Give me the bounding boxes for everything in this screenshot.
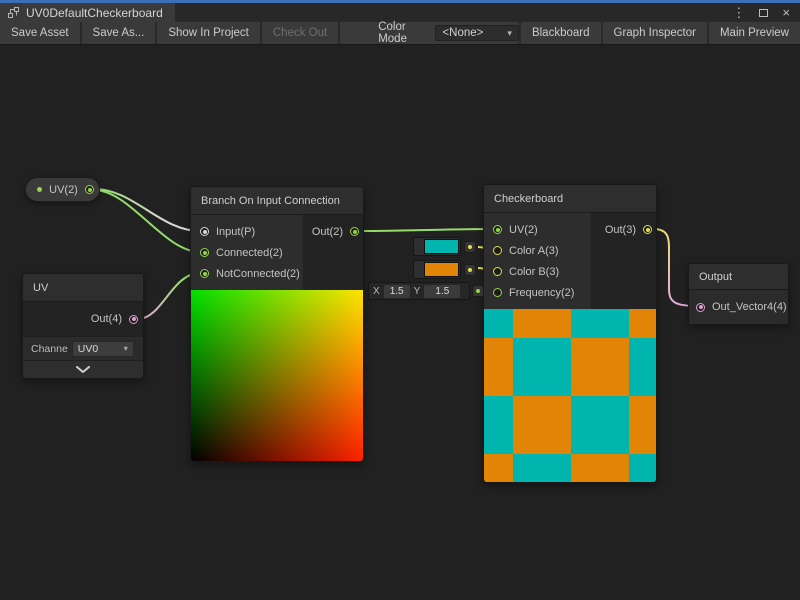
node-branch-on-input-connection[interactable]: Branch On Input Connection Input(P) Conn…	[190, 186, 364, 462]
frequency-label: Frequency(2)	[509, 287, 574, 299]
port-uv-out4[interactable]	[129, 315, 138, 324]
maximize-icon[interactable]	[759, 9, 768, 17]
node-output[interactable]: Output Out_Vector4(4)	[688, 263, 789, 325]
window-controls: ⋮ ×	[732, 3, 800, 22]
titlebar: UV0DefaultCheckerboard ⋮ ×	[0, 3, 800, 22]
yellow-dot-icon	[468, 245, 472, 249]
color-a-field-lead	[414, 238, 423, 255]
uv2-pill-label: UV(2)	[48, 184, 79, 196]
checker-out-label: Out(3)	[605, 224, 636, 236]
collapse-node-button[interactable]	[23, 360, 143, 378]
node-uv[interactable]: UV Out(4) Channe UV0 ▾	[22, 273, 144, 379]
color-mode-value: <None>	[442, 27, 483, 39]
port-checker-out3[interactable]	[643, 225, 652, 234]
port-frequency[interactable]	[493, 288, 502, 297]
out-vector4-label: Out_Vector4(4)	[712, 301, 787, 313]
port-connected[interactable]	[200, 248, 209, 257]
color-mode-label: Color Mode	[370, 22, 435, 44]
frequency-y-input[interactable]: 1.5	[424, 285, 460, 298]
edge-uvpill-to-connected	[94, 190, 200, 252]
input-p-label: Input(P)	[216, 226, 255, 238]
frequency-x-label: X	[373, 286, 380, 297]
blackboard-button[interactable]: Blackboard	[519, 22, 603, 44]
green-dot-icon	[476, 289, 480, 293]
port-out-vector4[interactable]	[696, 303, 705, 312]
checkerboard-node-preview	[484, 309, 656, 482]
port-uv2-pill-out[interactable]	[85, 185, 94, 194]
port-branch-out2[interactable]	[350, 227, 359, 236]
frequency-y-label: Y	[414, 286, 421, 297]
yellow-dot-icon	[468, 268, 472, 272]
port-color-b[interactable]	[493, 267, 502, 276]
chevron-down-icon: ▾	[507, 28, 512, 39]
connected-label: Connected(2)	[216, 247, 283, 259]
shader-graph-window: UV0DefaultCheckerboard ⋮ × Save Asset Sa…	[0, 0, 800, 600]
checkerboard-node-title[interactable]: Checkerboard	[484, 185, 656, 213]
branch-node-preview	[191, 290, 363, 461]
uv-out-label: Out(4)	[91, 313, 122, 325]
toolbar: Save Asset Save As... Show In Project Ch…	[0, 22, 800, 45]
graph-canvas[interactable]: UV(2) UV Out(4) Channe UV0 ▾	[0, 45, 800, 600]
color-b-label: Color B(3)	[509, 266, 559, 278]
save-asset-button[interactable]: Save Asset	[0, 22, 82, 44]
property-dot-icon	[37, 187, 42, 192]
output-node-title[interactable]: Output	[689, 264, 788, 290]
more-menu-icon[interactable]: ⋮	[732, 6, 745, 19]
port-color-a[interactable]	[493, 246, 502, 255]
channel-label: Channe	[31, 343, 68, 355]
frequency-connector[interactable]	[472, 285, 484, 297]
notconnected-label: NotConnected(2)	[216, 268, 300, 280]
channel-value: UV0	[78, 343, 98, 355]
port-checker-uv[interactable]	[493, 225, 502, 234]
checker-uv-label: UV(2)	[509, 224, 538, 236]
node-uv2-property[interactable]: UV(2)	[25, 177, 100, 202]
main-preview-button[interactable]: Main Preview	[709, 22, 800, 44]
graph-inspector-button[interactable]: Graph Inspector	[603, 22, 709, 44]
color-b-field-lead	[414, 261, 423, 278]
color-a-field[interactable]	[413, 237, 461, 256]
edge-branch-to-checkerboard	[360, 229, 493, 231]
branch-node-title[interactable]: Branch On Input Connection	[191, 187, 363, 215]
chevron-down-icon	[76, 366, 90, 373]
frequency-x-input[interactable]: 1.5	[384, 285, 410, 298]
color-mode-dropdown[interactable]: <None> ▾	[435, 25, 519, 41]
chevron-down-icon: ▾	[124, 344, 128, 353]
port-input-p[interactable]	[200, 227, 209, 236]
color-a-connector[interactable]	[464, 241, 476, 253]
show-in-project-button[interactable]: Show In Project	[157, 22, 262, 44]
close-icon[interactable]: ×	[782, 6, 790, 19]
uv-node-title[interactable]: UV	[23, 274, 143, 302]
save-as-button[interactable]: Save As...	[82, 22, 158, 44]
color-a-swatch[interactable]	[424, 239, 459, 254]
tab-shader-graph[interactable]: UV0DefaultCheckerboard	[0, 3, 175, 22]
channel-dropdown[interactable]: UV0 ▾	[72, 341, 134, 357]
branch-out-label: Out(2)	[312, 226, 343, 238]
color-b-field[interactable]	[413, 260, 461, 279]
shader-graph-icon	[8, 7, 20, 19]
color-b-connector[interactable]	[464, 264, 476, 276]
color-b-swatch[interactable]	[424, 262, 459, 277]
node-checkerboard[interactable]: Checkerboard UV(2) Color A(3) Color B(3)	[483, 184, 657, 483]
frequency-field: X 1.5 Y 1.5	[368, 282, 470, 300]
tab-title: UV0DefaultCheckerboard	[26, 6, 163, 20]
check-out-button: Check Out	[262, 22, 340, 44]
port-notconnected[interactable]	[200, 269, 209, 278]
edge-uvpill-to-input	[94, 189, 200, 231]
color-a-label: Color A(3)	[509, 245, 559, 257]
